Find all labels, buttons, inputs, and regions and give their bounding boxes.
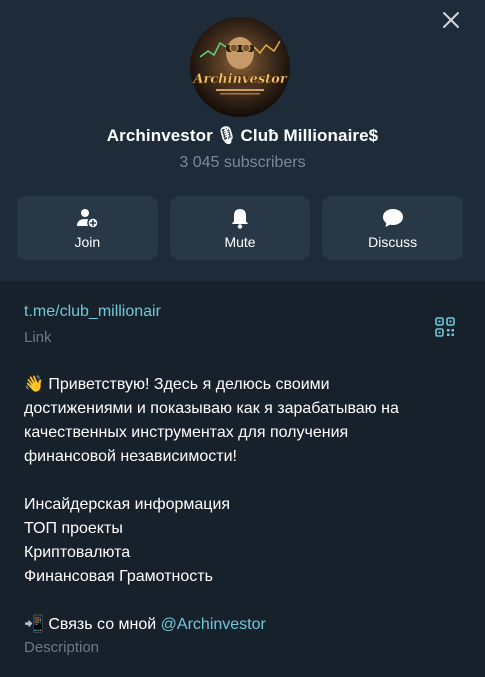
add-user-icon bbox=[77, 209, 100, 229]
contact-mention-link[interactable]: @Archinvestor bbox=[161, 616, 266, 633]
discuss-button[interactable]: Discuss bbox=[322, 196, 464, 260]
mute-button[interactable]: Mute bbox=[169, 196, 311, 260]
link-caption: Link bbox=[24, 329, 52, 346]
discuss-label: Discuss bbox=[368, 234, 418, 250]
description-line: Инсайдерская информация bbox=[24, 496, 231, 513]
channel-link[interactable]: t.me/club_millionair bbox=[24, 303, 161, 321]
title-prefix: Archinvestor bbox=[106, 126, 213, 145]
description-line: Финансовая Грамотность bbox=[24, 568, 213, 585]
channel-info: t.me/club_millionair Link 👋 Приветствую!… bbox=[0, 281, 485, 677]
close-icon[interactable] bbox=[441, 10, 461, 30]
action-buttons: Join Mute Discuss bbox=[17, 196, 464, 260]
bell-icon bbox=[232, 209, 248, 229]
channel-description: 👋 Приветствую! Здесь я делюсь своими дос… bbox=[24, 373, 464, 637]
avatar-image: Archinvestor bbox=[190, 17, 290, 117]
description-line: финансовой независимости! bbox=[24, 448, 237, 465]
description-line: Криптовалюта bbox=[24, 544, 131, 561]
contact-line: 📲 Связь со мной @Archinvestor bbox=[24, 613, 464, 637]
description-caption: Description bbox=[24, 639, 100, 656]
join-button[interactable]: Join bbox=[17, 196, 158, 260]
channel-header: Archinvestor Archinvestor 🎙 Cluƀ Millionai… bbox=[0, 0, 485, 281]
link-section: t.me/club_millionair Link bbox=[24, 303, 161, 346]
description-line: достижениями и показываю как я зарабатыв… bbox=[24, 400, 399, 417]
description-line: 👋 Приветствую! Здесь я делюсь своими bbox=[24, 376, 330, 393]
title-suffix: Cluƀ Millionaire$ bbox=[240, 126, 379, 145]
avatar-logo-text: Archinvestor bbox=[191, 72, 288, 87]
subscriber-count: 3 045 subscribers bbox=[179, 154, 306, 171]
channel-title: Archinvestor 🎙 Cluƀ Millionaire$ bbox=[0, 126, 485, 146]
description-line: ТОП проекты bbox=[24, 520, 123, 537]
channel-avatar[interactable]: Archinvestor bbox=[190, 17, 290, 117]
chat-bubble-icon bbox=[382, 209, 403, 227]
contact-prefix: 📲 Связь со мной bbox=[24, 616, 161, 633]
join-label: Join bbox=[74, 234, 101, 250]
microphone-icon: 🎙 bbox=[215, 126, 238, 145]
mute-label: Mute bbox=[224, 234, 256, 250]
qr-code-icon[interactable] bbox=[435, 317, 455, 337]
description-line: качественных инструментах для получения bbox=[24, 424, 349, 441]
